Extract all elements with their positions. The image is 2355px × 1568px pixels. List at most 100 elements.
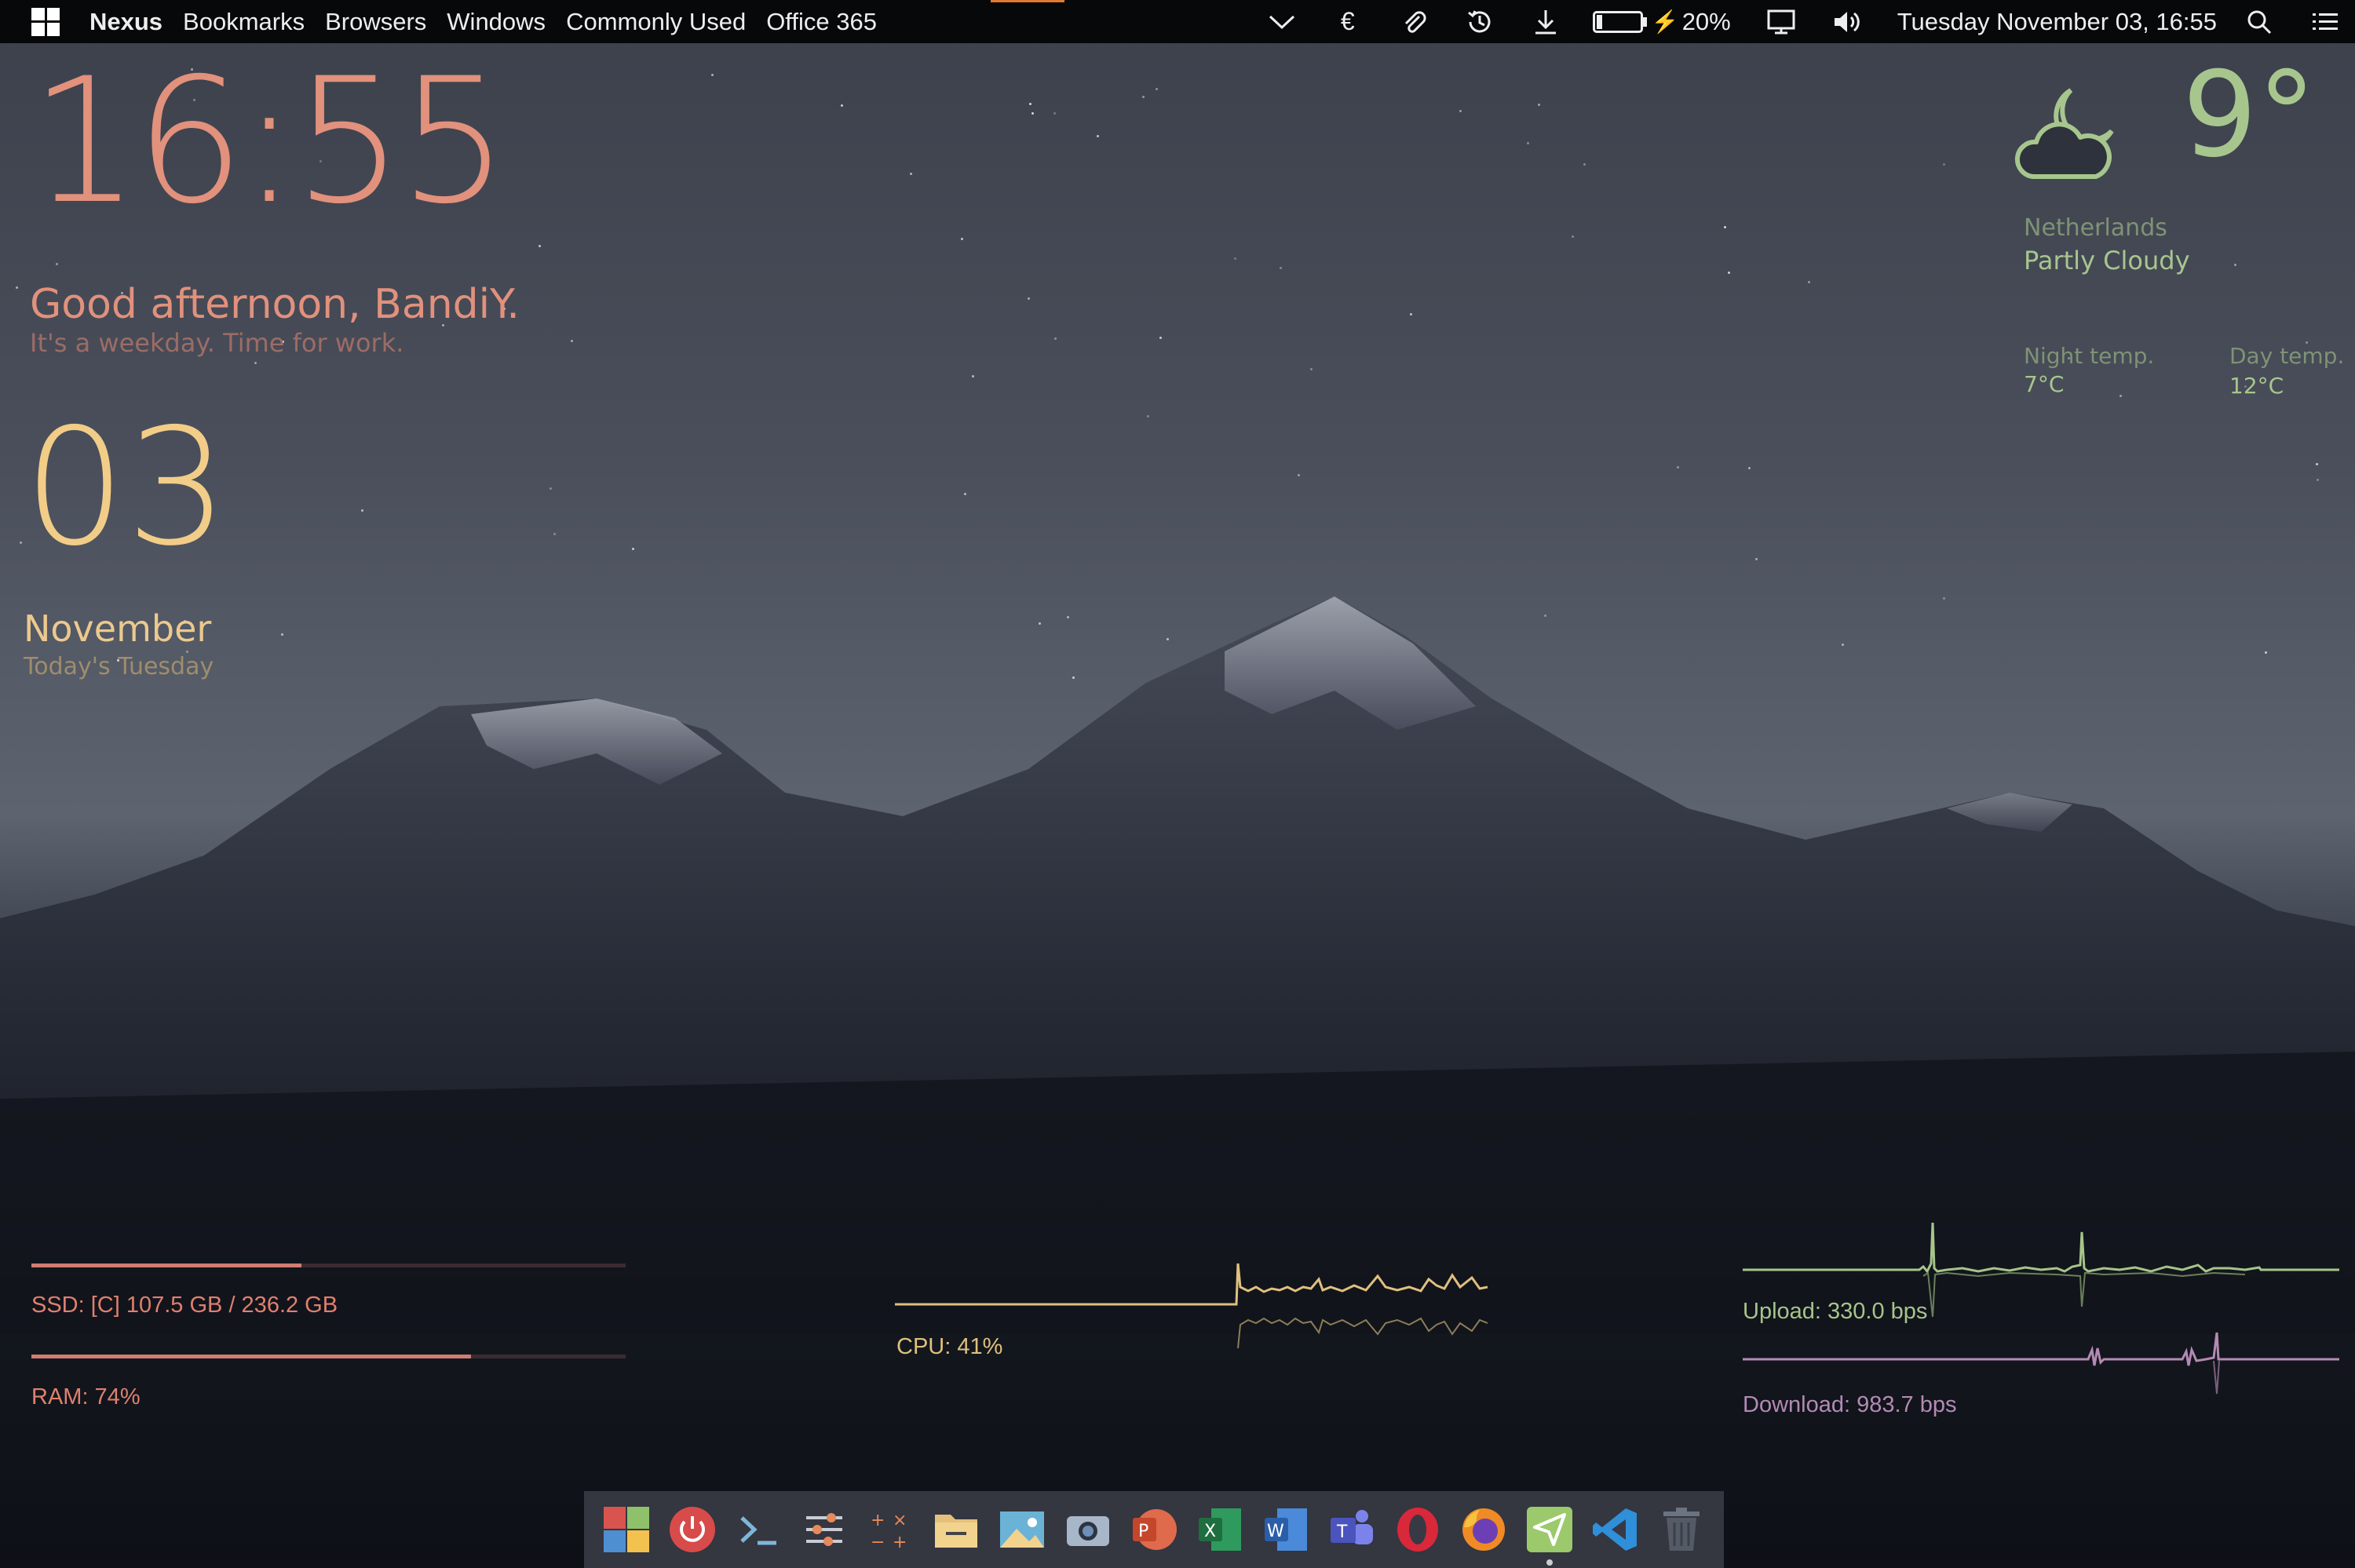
partly-cloudy-night-icon xyxy=(2014,88,2114,179)
menu-office-365[interactable]: Office 365 xyxy=(766,8,877,36)
star xyxy=(539,245,541,247)
svg-text:P: P xyxy=(1138,1522,1148,1541)
charging-icon: ⚡ xyxy=(1651,9,1679,34)
files-icon[interactable] xyxy=(931,1504,981,1555)
cpu-label: CPU: 41% xyxy=(896,1334,1003,1359)
svg-text:−: − xyxy=(871,1533,885,1552)
ssd-usage-fill xyxy=(31,1264,302,1267)
vscode-icon[interactable] xyxy=(1590,1504,1641,1555)
battery-level xyxy=(1596,14,1603,29)
svg-text:×: × xyxy=(893,1511,907,1530)
star xyxy=(1298,474,1300,476)
chevron-down-icon[interactable] xyxy=(1266,6,1298,38)
euro-icon[interactable]: € xyxy=(1332,6,1364,38)
night-temp-value: 7°C xyxy=(2024,371,2065,397)
star xyxy=(1280,267,1282,269)
power-icon[interactable] xyxy=(667,1504,717,1555)
star xyxy=(910,173,912,175)
svg-text:+: + xyxy=(871,1511,885,1530)
greeting-title: Good afternoon, BandiY. xyxy=(30,281,520,328)
star xyxy=(1943,163,1945,166)
star xyxy=(1097,135,1099,137)
menu-commonly-used[interactable]: Commonly Used xyxy=(566,8,746,36)
star xyxy=(1054,337,1057,340)
menu-nexus[interactable]: Nexus xyxy=(89,8,162,36)
star xyxy=(1728,272,1730,274)
ram-usage-fill xyxy=(31,1355,472,1358)
star xyxy=(1029,103,1031,105)
star xyxy=(16,286,18,289)
star xyxy=(1156,88,1158,90)
powerpoint-icon[interactable]: P xyxy=(1129,1504,1179,1555)
trash-icon[interactable] xyxy=(1656,1504,1707,1555)
svg-text:X: X xyxy=(1204,1522,1216,1541)
windows-tiles-icon[interactable] xyxy=(601,1504,652,1555)
star xyxy=(2234,264,2236,266)
star xyxy=(972,375,974,377)
weather-country: Netherlands xyxy=(2024,214,2167,242)
dock: + × − + P X W T xyxy=(584,1491,1724,1568)
battery-icon[interactable]: ⚡ 20% xyxy=(1592,7,1731,36)
star xyxy=(1808,281,1810,283)
star xyxy=(1724,226,1726,228)
word-icon[interactable]: W xyxy=(1261,1504,1311,1555)
star xyxy=(361,509,363,512)
star xyxy=(1147,415,1149,418)
menu-windows[interactable]: Windows xyxy=(447,8,546,36)
opera-icon[interactable] xyxy=(1393,1504,1443,1555)
night-temp-label: Night temp. xyxy=(2024,343,2155,369)
star xyxy=(1031,112,1034,115)
ssd-usage-bar xyxy=(31,1264,626,1267)
star xyxy=(571,340,573,342)
search-icon[interactable] xyxy=(2244,6,2275,38)
menu-datetime[interactable]: Tuesday November 03, 16:55 xyxy=(1897,8,2217,36)
volume-icon[interactable] xyxy=(1831,6,1863,38)
calculator-icon[interactable]: + × − + xyxy=(865,1504,915,1555)
display-icon[interactable] xyxy=(1765,6,1797,38)
ram-label: RAM: 74% xyxy=(31,1384,141,1409)
send-icon[interactable] xyxy=(1524,1504,1575,1566)
upload-label: Upload: 330.0 bps xyxy=(1743,1299,1928,1324)
star xyxy=(254,362,257,364)
firefox-icon[interactable] xyxy=(1459,1504,1509,1555)
menu-browsers[interactable]: Browsers xyxy=(325,8,426,36)
star xyxy=(1410,313,1412,315)
star xyxy=(964,493,966,495)
star xyxy=(2120,395,2122,397)
camera-icon[interactable] xyxy=(1063,1504,1113,1555)
photos-icon[interactable] xyxy=(997,1504,1047,1555)
day-temp-label: Day temp. xyxy=(2229,343,2345,369)
star xyxy=(1159,337,1162,339)
menu-bookmarks[interactable]: Bookmarks xyxy=(183,8,305,36)
star xyxy=(961,238,963,240)
star xyxy=(1310,368,1313,370)
weather-temperature: 9° xyxy=(2182,47,2317,184)
list-icon[interactable] xyxy=(2309,6,2341,38)
star xyxy=(553,533,556,535)
excel-icon[interactable]: X xyxy=(1195,1504,1245,1555)
paperclip-icon[interactable] xyxy=(1398,6,1429,38)
date-month: November xyxy=(24,607,212,650)
date-subtitle: Today's Tuesday xyxy=(24,653,214,680)
windows-logo-icon[interactable] xyxy=(31,7,60,36)
download-icon[interactable] xyxy=(1530,6,1561,38)
download-graph xyxy=(1743,1332,2339,1395)
running-indicator xyxy=(1546,1559,1553,1566)
terminal-icon[interactable] xyxy=(733,1504,783,1555)
star xyxy=(841,104,843,107)
star xyxy=(1142,96,1145,98)
ram-usage-bar xyxy=(31,1355,626,1358)
battery-percent: 20% xyxy=(1681,7,1731,35)
history-icon[interactable] xyxy=(1464,6,1495,38)
star xyxy=(1677,466,1679,469)
settings-sliders-icon[interactable] xyxy=(799,1504,849,1555)
star xyxy=(1053,112,1056,115)
star xyxy=(711,74,714,76)
teams-icon[interactable]: T xyxy=(1327,1504,1377,1555)
download-label: Download: 983.7 bps xyxy=(1743,1392,1957,1417)
star xyxy=(56,263,58,265)
clock-time: 16:55 xyxy=(30,41,509,242)
star xyxy=(550,487,552,490)
day-temp-value: 12°C xyxy=(2229,373,2284,399)
star xyxy=(1583,163,1586,166)
